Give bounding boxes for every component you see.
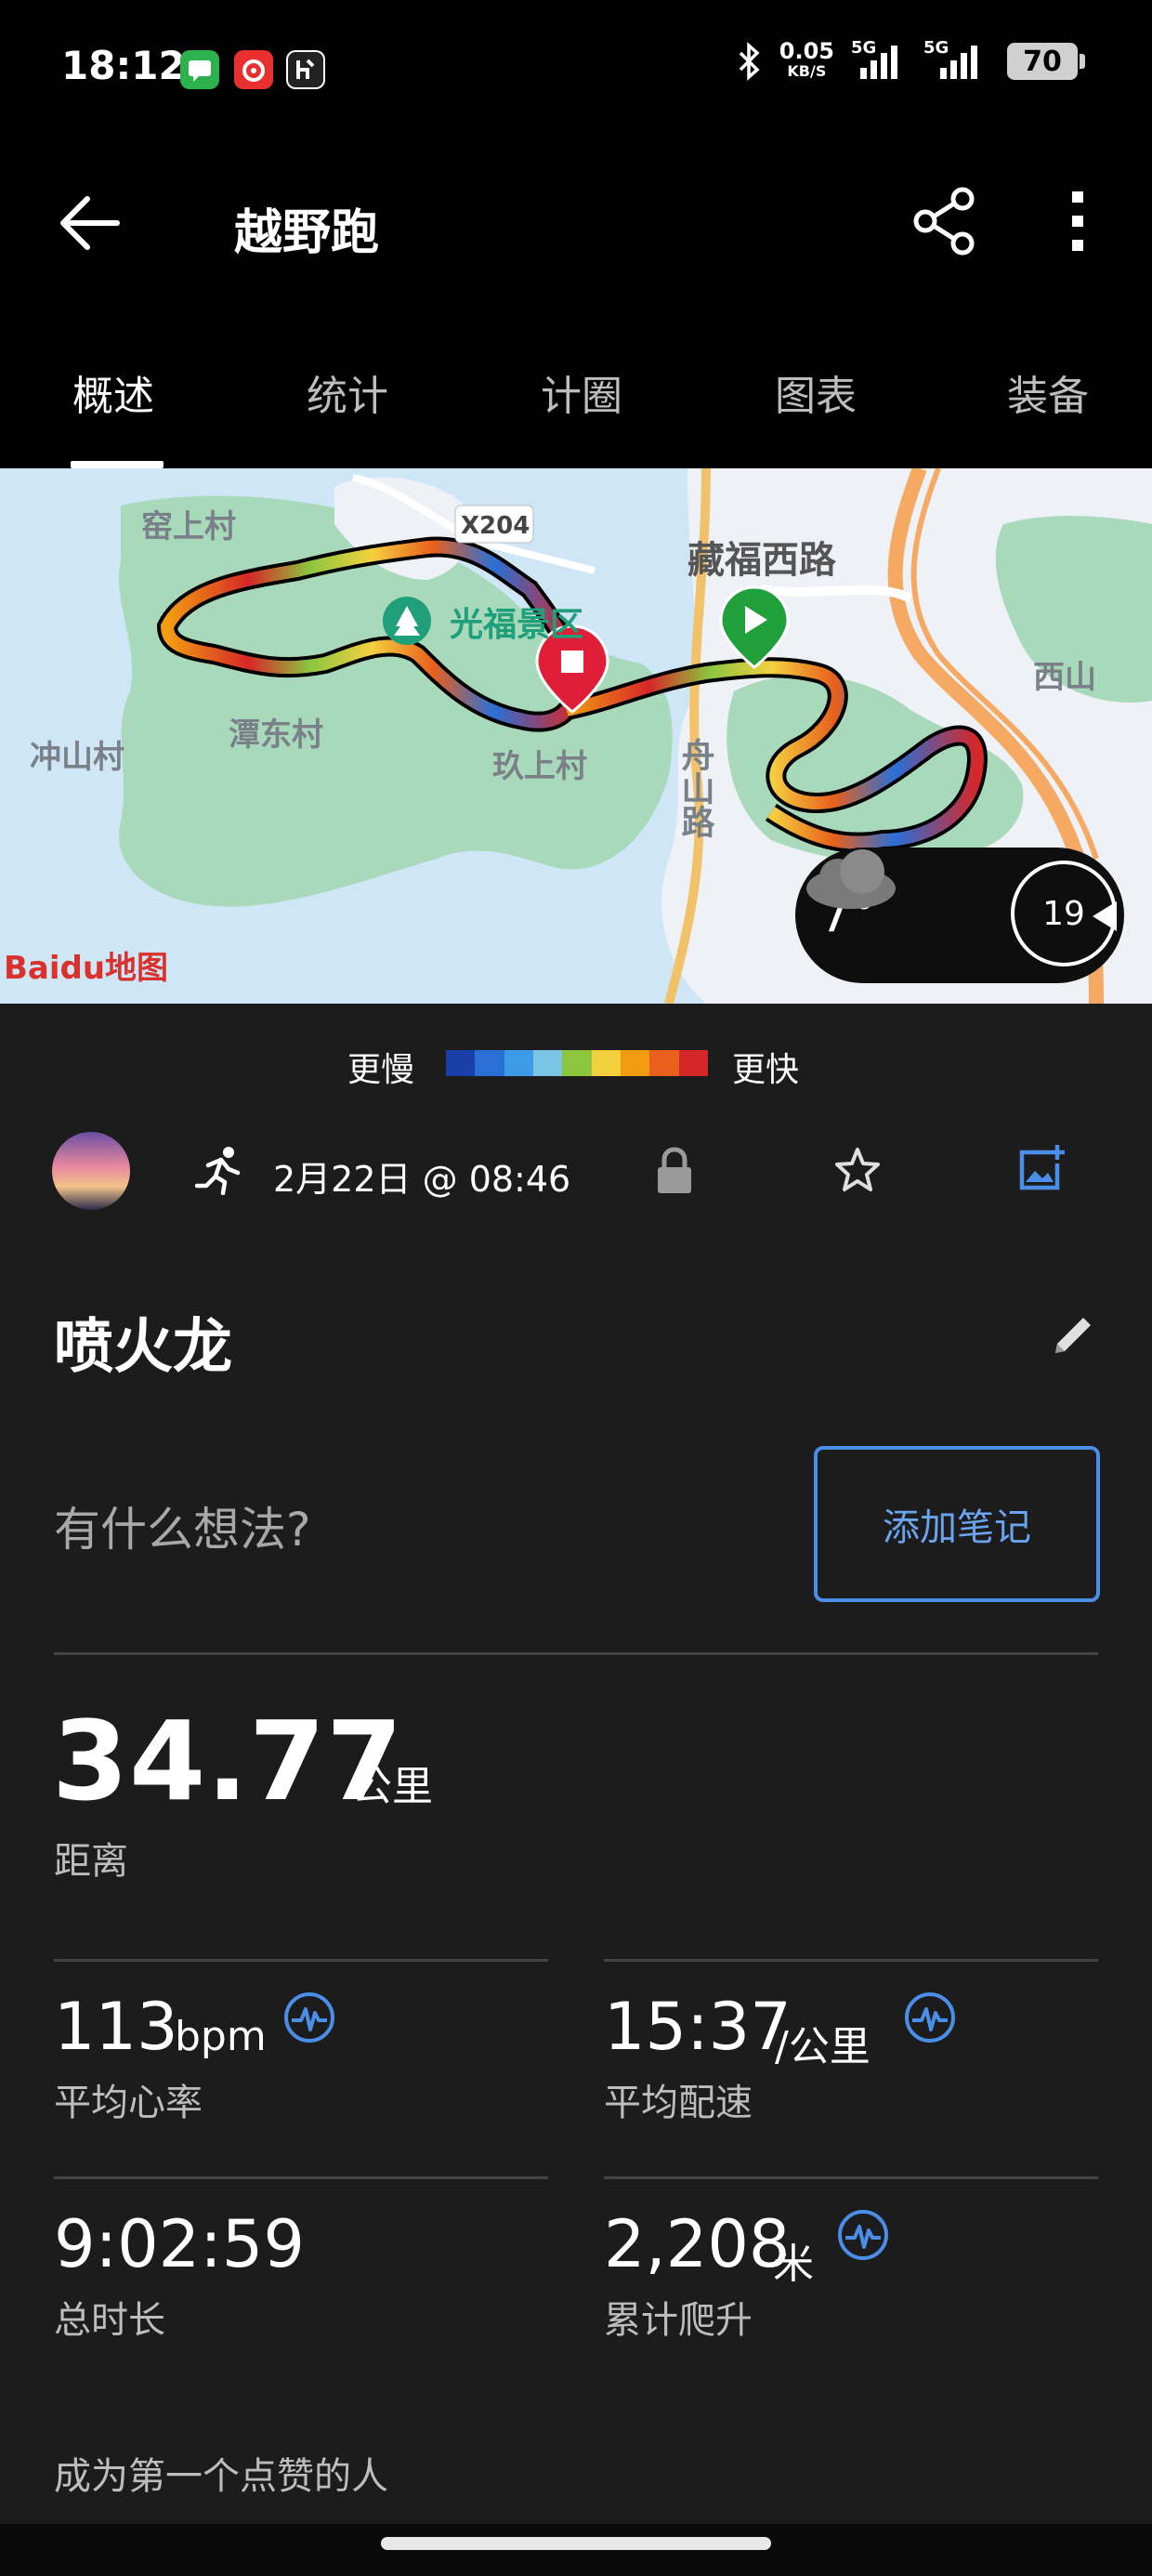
edit-pencil-icon[interactable] — [1048, 1310, 1098, 1360]
message-app-icon — [180, 50, 219, 89]
divider — [604, 1959, 1098, 1962]
map-label-road: X204 — [461, 512, 530, 540]
like-prompt[interactable]: 成为第一个点赞的人 — [54, 2446, 388, 2500]
avg-hr-label: 平均心率 — [54, 2082, 203, 2124]
pace-color-swatch — [446, 1050, 476, 1076]
health-app-icon — [286, 50, 325, 89]
avg-hr-value: 113 — [54, 1989, 178, 2065]
heart-rate-zone-icon[interactable] — [282, 1991, 336, 2044]
weather-widget: 7° 19 — [795, 848, 1124, 983]
status-bar: 18:12 0.05 KB/S 5G 5G 70 — [0, 0, 1152, 139]
add-note-button[interactable]: 添加笔记 — [814, 1446, 1100, 1602]
home-indicator[interactable] — [381, 2537, 771, 2550]
more-options-button[interactable] — [1050, 184, 1106, 258]
map-label-scenic: 光福景区 — [450, 606, 583, 644]
pace-zone-icon[interactable] — [903, 1991, 957, 2044]
tab-laps[interactable]: 计圈 — [541, 362, 622, 422]
pace-color-swatch — [562, 1050, 592, 1076]
avg-pace-value: 15:37 — [604, 1989, 792, 2065]
avg-hr-unit: bpm — [175, 2013, 267, 2060]
activity-details: 更慢 更快 2月22日 @ 08:46 喷火龙 有什么想法? 添加笔记 34.7… — [0, 1004, 1152, 2576]
pace-color-swatch — [649, 1050, 679, 1076]
map-label-village: 潭东村 — [229, 716, 323, 754]
page-title: 越野跑 — [234, 205, 380, 261]
pace-color-swatch — [475, 1050, 504, 1076]
pace-color-swatch — [532, 1050, 563, 1076]
lock-icon[interactable] — [654, 1147, 695, 1195]
status-time: 18:12 — [61, 43, 186, 88]
activity-datetime: 2月22日 @ 08:46 — [273, 1159, 571, 1200]
back-button[interactable] — [56, 186, 130, 260]
elevation-gain-value: 2,208 — [604, 2206, 791, 2282]
pace-color-bar — [446, 1050, 708, 1076]
tab-charts[interactable]: 图表 — [775, 362, 857, 422]
share-icon — [913, 187, 975, 256]
share-button[interactable] — [909, 184, 983, 258]
map-label-street: 藏福西路 — [687, 539, 837, 582]
divider — [54, 1652, 1098, 1655]
signal-icon: 5G — [923, 38, 990, 81]
wind-indicator: 19 — [1011, 861, 1117, 966]
navigation-bar — [0, 2524, 1152, 2576]
map-label-mountain: 西山 — [1033, 659, 1096, 696]
elevation-gain-label: 累计爬升 — [604, 2299, 753, 2342]
bluetooth-icon — [739, 42, 760, 81]
distance-label: 距离 — [54, 1840, 128, 1883]
pace-color-swatch — [504, 1050, 533, 1076]
map-label-road: 舟山路 — [676, 738, 715, 838]
total-time-value: 9:02:59 — [54, 2206, 305, 2282]
tab-overview[interactable]: 概述 — [72, 362, 154, 422]
back-arrow-icon — [60, 196, 120, 250]
pace-color-swatch — [591, 1050, 621, 1076]
pace-color-swatch — [620, 1050, 650, 1076]
tab-gear[interactable]: 装备 — [1007, 362, 1089, 422]
more-vert-icon — [1072, 191, 1083, 251]
divider — [54, 1959, 548, 1962]
netease-music-app-icon — [234, 50, 273, 89]
wind-speed: 19 — [1042, 894, 1085, 933]
battery-indicator: 70 — [1007, 43, 1085, 80]
tab-stats[interactable]: 统计 — [307, 362, 388, 422]
cloud-icon — [806, 849, 896, 909]
total-time-label: 总时长 — [54, 2299, 165, 2342]
avg-pace-label: 平均配速 — [604, 2082, 753, 2124]
map-label-village: 玖上村 — [492, 748, 587, 785]
elevation-gain-unit: 米 — [773, 2241, 814, 2288]
pace-legend: 更慢 更快 — [0, 1022, 1152, 1104]
signal-icon: 5G — [851, 38, 907, 81]
map-attribution: Baidu地图 — [4, 950, 169, 987]
avatar[interactable] — [52, 1132, 130, 1210]
distance-unit: 公里 — [351, 1763, 433, 1810]
map-label-village: 冲山村 — [30, 739, 124, 776]
active-tab-indicator — [71, 461, 164, 468]
running-icon — [195, 1147, 241, 1195]
divider — [604, 2176, 1098, 2179]
avg-pace-unit: /公里 — [775, 2023, 871, 2070]
net-speed: 0.05 KB/S — [779, 38, 834, 80]
star-icon[interactable] — [832, 1145, 883, 1195]
wind-direction-icon — [1093, 901, 1117, 931]
tab-bar: 概述 统计 计圈 图表 装备 — [0, 307, 1152, 468]
app-bar: 越野跑 — [0, 139, 1152, 307]
legend-fast-label: 更快 — [732, 1051, 800, 1089]
map-label-village: 窑上村 — [141, 508, 236, 545]
activity-name: 喷火龙 — [54, 1313, 232, 1382]
route-map[interactable]: 窑上村 X204 光福景区 藏福西路 西山 潭东村 冲山村 玖上村 舟山路 7°… — [0, 468, 1152, 1004]
add-photo-icon[interactable] — [1015, 1143, 1067, 1195]
elevation-zone-icon[interactable] — [836, 2208, 890, 2262]
pace-color-swatch — [678, 1050, 708, 1076]
divider — [54, 2176, 548, 2179]
legend-slow-label: 更慢 — [347, 1051, 415, 1089]
note-input[interactable]: 有什么想法? — [54, 1492, 311, 1559]
